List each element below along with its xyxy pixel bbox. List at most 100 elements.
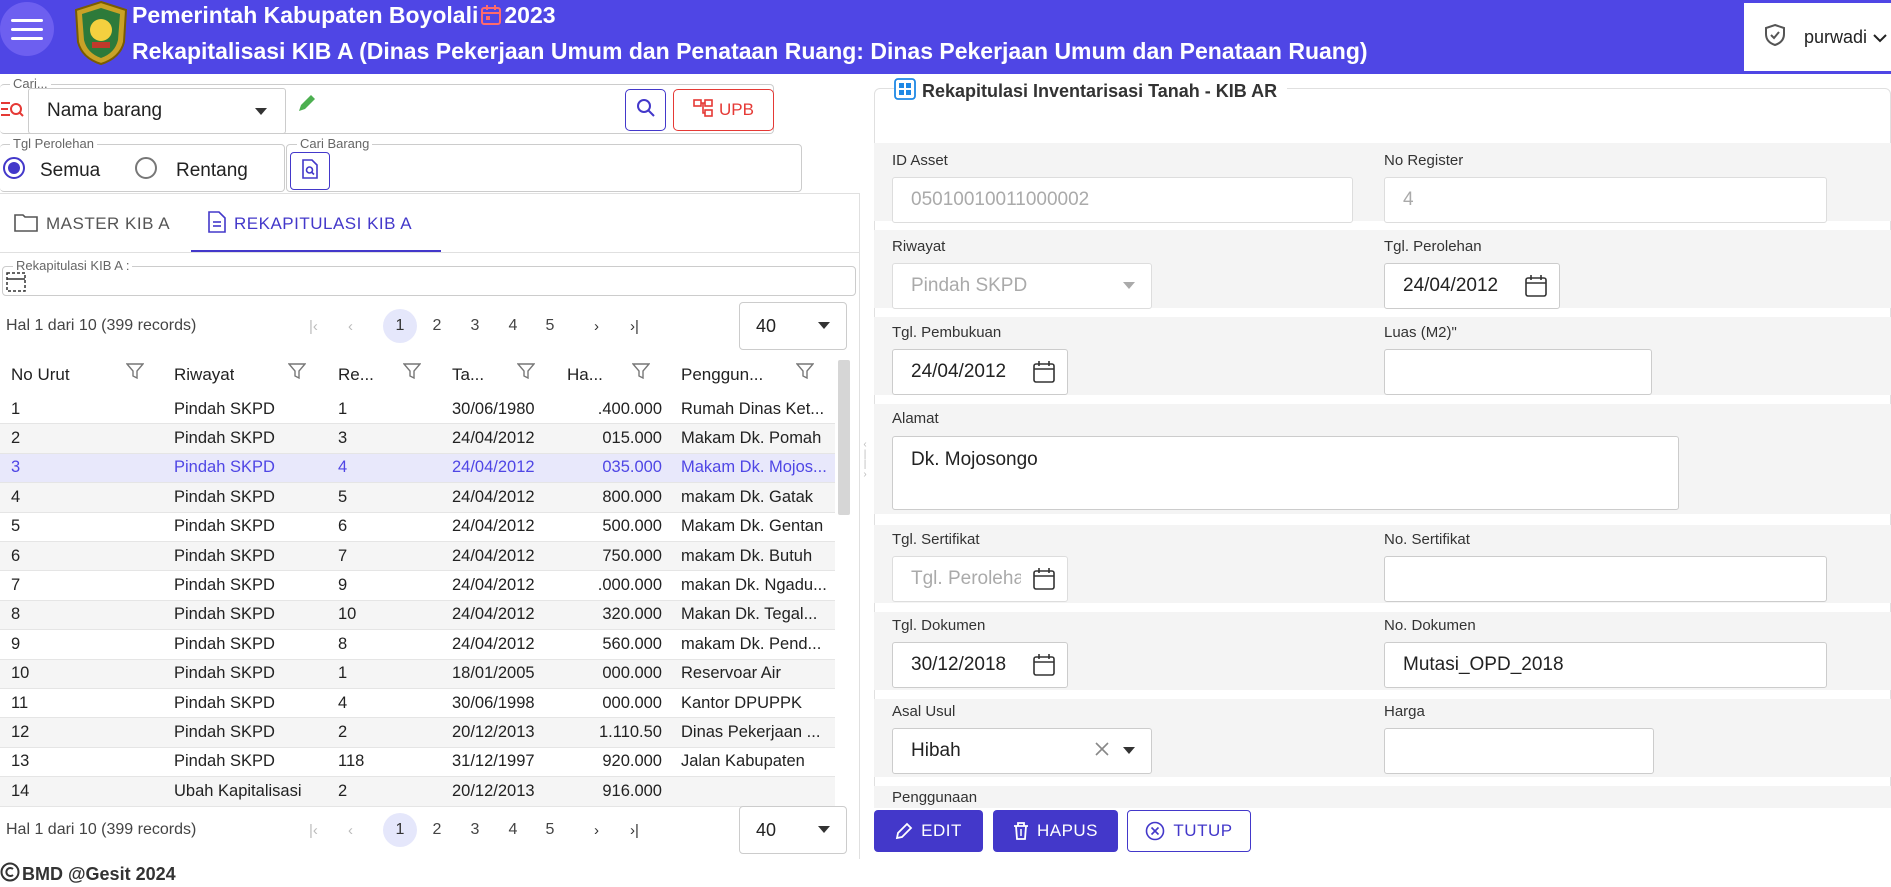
- label-tgl-perolehan: Tgl. Perolehan: [1384, 238, 1482, 255]
- page-3[interactable]: 3: [458, 813, 492, 847]
- filter-icon[interactable]: [125, 363, 145, 384]
- table-cell: 1: [11, 399, 21, 418]
- next-page-icon[interactable]: ›: [594, 822, 599, 839]
- page-size-select[interactable]: 40: [739, 806, 847, 854]
- col-no-urut[interactable]: No Urut: [11, 365, 70, 385]
- table-cell: 8: [11, 605, 21, 624]
- page-1[interactable]: 1: [383, 813, 417, 847]
- table-row[interactable]: 10 Pindah SKPD 1 18/01/2005 000.000 Reservoar…: [0, 659, 835, 689]
- dropdown-arrow-icon: [818, 826, 830, 833]
- tutup-button[interactable]: TUTUP: [1127, 810, 1251, 852]
- asal-usul-select[interactable]: Hibah: [892, 728, 1152, 774]
- tgl-pembukuan-field[interactable]: 24/04/2012: [892, 349, 1068, 395]
- upb-button[interactable]: UPB: [673, 89, 774, 131]
- calendar-icon[interactable]: [1525, 275, 1547, 297]
- page-2[interactable]: 2: [420, 309, 454, 343]
- page-5[interactable]: 5: [533, 309, 567, 343]
- calendar-icon[interactable]: [1033, 361, 1055, 383]
- table-row[interactable]: 6 Pindah SKPD 7 24/04/2012 750.000 makam Dk. …: [0, 542, 835, 572]
- tgl-sertifikat-field[interactable]: Tgl. Peroleha: [892, 556, 1068, 602]
- table-cell: 1: [338, 664, 348, 683]
- next-page-icon[interactable]: ›: [594, 318, 599, 335]
- harga-field[interactable]: [1384, 728, 1654, 774]
- col-register[interactable]: Re...: [338, 365, 374, 385]
- table-row[interactable]: 9 Pindah SKPD 8 24/04/2012 560.000 makam Dk. …: [0, 630, 835, 660]
- search-input[interactable]: [322, 88, 622, 134]
- user-menu[interactable]: purwadi: [1744, 3, 1891, 71]
- tab-master-kib-a[interactable]: MASTER KIB A: [14, 196, 170, 252]
- tab-rekapitulasi-kib-a[interactable]: REKAPITULASI KIB A: [208, 196, 412, 252]
- edit-button[interactable]: EDIT: [874, 810, 983, 852]
- page-4[interactable]: 4: [496, 309, 530, 343]
- prev-page-icon[interactable]: ‹: [348, 822, 353, 839]
- splitter-handle[interactable]: ‹ | | ›: [862, 440, 868, 500]
- calendar-icon[interactable]: [1033, 568, 1055, 590]
- last-page-icon[interactable]: ›|: [630, 318, 639, 335]
- label-tgl-dokumen: Tgl. Dokumen: [892, 617, 986, 634]
- cari-barang-button[interactable]: [290, 152, 330, 190]
- tgl-dokumen-field[interactable]: 30/12/2018: [892, 642, 1068, 688]
- shield-icon: [1764, 23, 1786, 52]
- no-sertifikat-field[interactable]: [1384, 556, 1827, 602]
- page-2[interactable]: 2: [420, 813, 454, 847]
- luas-field[interactable]: [1384, 349, 1652, 395]
- col-harga[interactable]: Ha...: [567, 365, 603, 385]
- table-cell: Kantor DPUPPK: [681, 693, 803, 712]
- table-row[interactable]: 5 Pindah SKPD 6 24/04/2012 500.000 Makam Dk. …: [0, 513, 835, 542]
- col-riwayat[interactable]: Riwayat: [174, 365, 234, 385]
- table-cell: 14: [11, 781, 30, 800]
- table-row[interactable]: 7 Pindah SKPD 9 24/04/2012 .000.000 makan Dk.…: [0, 571, 835, 601]
- page-3[interactable]: 3: [458, 309, 492, 343]
- tab-rekap-label: REKAPITULASI KIB A: [234, 214, 413, 233]
- calendar-icon[interactable]: [1033, 654, 1055, 676]
- col-penggunaan[interactable]: Penggun...: [681, 365, 763, 385]
- table-cell: Pindah SKPD: [174, 399, 275, 418]
- table-row[interactable]: 13 Pindah SKPD 118 31/12/1997 920.000 Jalan K…: [0, 748, 835, 778]
- table-cell: Pindah SKPD: [174, 517, 275, 536]
- alamat-textarea[interactable]: Dk. Mojosongo: [892, 436, 1679, 510]
- table-row[interactable]: 14 Ubah Kapitalisasi 2 20/12/2013 916.000: [0, 777, 835, 807]
- menu-icon[interactable]: [0, 2, 54, 56]
- first-page-icon[interactable]: |‹: [309, 822, 318, 839]
- table-cell: 5: [11, 517, 21, 536]
- radio-semua[interactable]: Semua: [2, 156, 100, 186]
- table-cell: 24/04/2012: [452, 429, 535, 448]
- page-4[interactable]: 4: [496, 813, 530, 847]
- table-row[interactable]: 12 Pindah SKPD 2 20/12/2013 1.110.50 Dinas Pe…: [0, 718, 835, 748]
- table-row[interactable]: 3 Pindah SKPD 4 24/04/2012 035.000 Makam Dk. …: [0, 453, 835, 484]
- table-row[interactable]: 2 Pindah SKPD 3 24/04/2012 015.000 Makam Dk. …: [0, 424, 835, 454]
- page-size-select[interactable]: 40: [739, 302, 847, 350]
- clear-icon[interactable]: [1095, 740, 1109, 762]
- filter-icon[interactable]: [516, 363, 536, 384]
- table-cell: 500.000: [602, 517, 662, 536]
- app-header: Pemerintah Kabupaten Boyolali 2023 Rekapi…: [0, 0, 1891, 74]
- page-5[interactable]: 5: [533, 813, 567, 847]
- table-row[interactable]: 4 Pindah SKPD 5 24/04/2012 800.000 makam Dk. …: [0, 483, 835, 513]
- filter-icon[interactable]: [631, 363, 651, 384]
- table-cell: Dinas Pekerjaan ...: [681, 723, 821, 742]
- hapus-button[interactable]: HAPUS: [993, 810, 1118, 852]
- last-page-icon[interactable]: ›|: [630, 822, 639, 839]
- first-page-icon[interactable]: |‹: [309, 318, 318, 335]
- date-legend: Tgl Perolehan: [10, 137, 97, 151]
- table-row[interactable]: 1 Pindah SKPD 1 30/06/1980 .400.000 Rumah Din…: [0, 395, 835, 425]
- search-button[interactable]: [625, 89, 666, 131]
- prev-page-icon[interactable]: ‹: [348, 318, 353, 335]
- col-tanggal[interactable]: Ta...: [452, 365, 484, 385]
- filter-icon[interactable]: [287, 363, 307, 384]
- table-cell: 1: [338, 399, 348, 418]
- tgl-perolehan-field[interactable]: 24/04/2012: [1384, 263, 1560, 309]
- field-select[interactable]: Nama barang: [28, 88, 286, 134]
- username: purwadi: [1804, 26, 1868, 47]
- page-1[interactable]: 1: [383, 309, 417, 343]
- radio-rentang[interactable]: Rentang: [134, 156, 248, 186]
- table-cell: 9: [11, 634, 21, 653]
- column-chooser-icon[interactable]: [6, 272, 26, 297]
- table-row[interactable]: 11 Pindah SKPD 4 30/06/1998 000.000 Kantor DP…: [0, 689, 835, 719]
- filter-icon[interactable]: [795, 363, 815, 384]
- no-dokumen-field[interactable]: Mutasi_OPD_2018: [1384, 642, 1827, 688]
- filter-icon[interactable]: [402, 363, 422, 384]
- pager-info: Hal 1 dari 10 (399 records): [6, 821, 197, 838]
- table-row[interactable]: 8 Pindah SKPD 10 24/04/2012 320.000 Makan Dk.…: [0, 600, 835, 631]
- grid-scrollbar[interactable]: [838, 360, 850, 515]
